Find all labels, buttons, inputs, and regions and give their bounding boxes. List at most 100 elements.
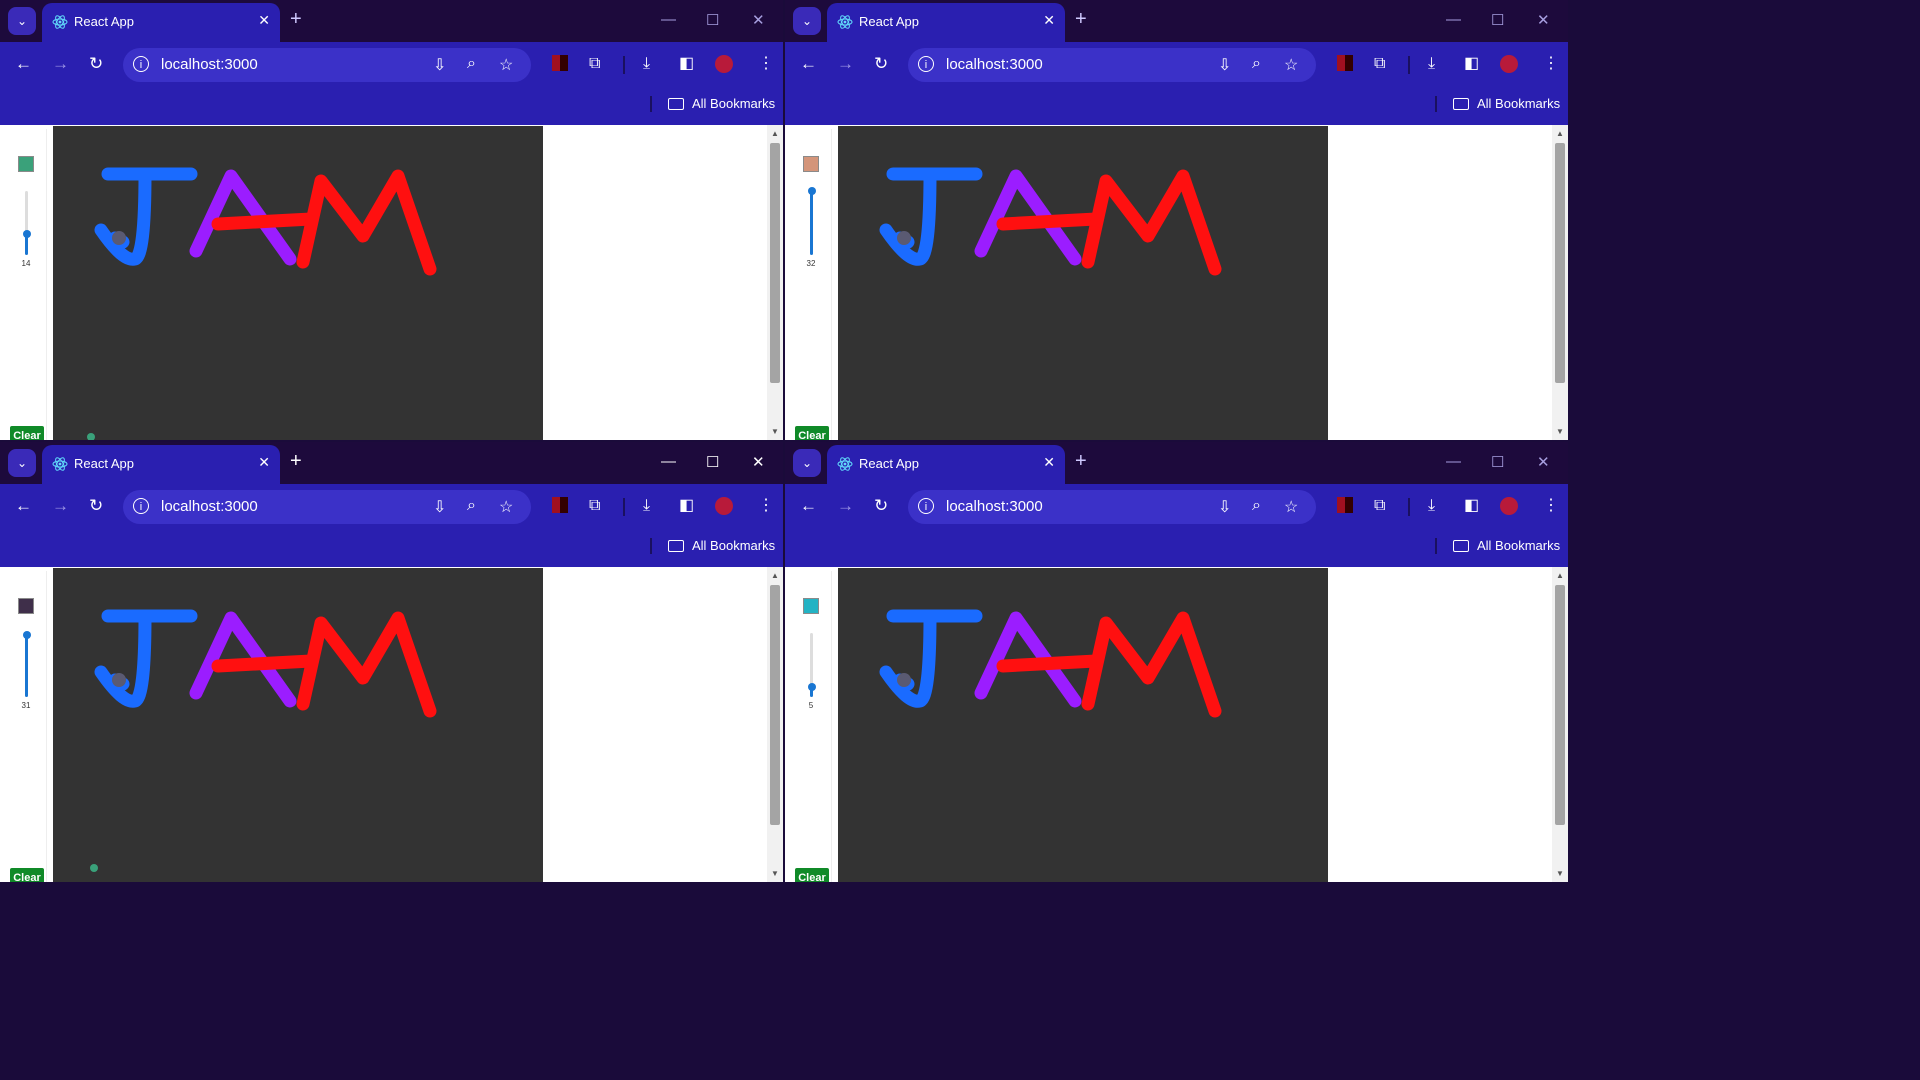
slider-thumb[interactable] [807,683,816,691]
color-swatch[interactable] [18,598,34,614]
all-bookmarks-button[interactable]: All Bookmarks [668,538,775,553]
color-swatch[interactable] [803,598,819,614]
new-tab-button[interactable]: + [290,9,302,29]
install-app-icon[interactable]: ⇩ [433,55,446,75]
drawing-canvas[interactable] [53,568,543,882]
menu-kebab-icon[interactable]: ⋮ [758,55,774,73]
reload-button[interactable]: ↻ [874,497,888,515]
scroll-thumb[interactable] [770,585,780,825]
scroll-down-arrow[interactable]: ▼ [771,869,779,878]
zoom-icon[interactable]: ⌕ [467,497,476,515]
menu-kebab-icon[interactable]: ⋮ [1543,55,1559,73]
minimize-button[interactable]: — [1446,11,1461,28]
maximize-button[interactable]: ☐ [706,453,719,471]
side-panel-icon[interactable]: ◧ [679,497,694,515]
install-app-icon[interactable]: ⇩ [433,497,446,517]
bookmark-star-icon[interactable]: ☆ [499,55,513,75]
maximize-button[interactable]: ☐ [1491,453,1504,471]
maximize-button[interactable]: ☐ [1491,11,1504,29]
drawing-canvas[interactable] [838,126,1328,440]
tab-react-app[interactable]: React App ✕ [42,3,280,42]
scroll-up-arrow[interactable]: ▲ [1556,129,1564,138]
tab-close-icon[interactable]: ✕ [258,12,270,29]
downloads-icon[interactable]: ⤓ [1428,497,1435,515]
side-panel-icon[interactable]: ◧ [679,55,694,73]
all-bookmarks-button[interactable]: All Bookmarks [1453,96,1560,111]
profile-avatar[interactable] [715,497,733,515]
bookmark-star-icon[interactable]: ☆ [499,497,513,517]
tab-search-icon[interactable]: ⌄ [8,7,36,35]
tab-search-icon[interactable]: ⌄ [793,449,821,477]
address-bar[interactable]: i localhost:3000 ⇩ ⌕ ☆ [908,490,1316,524]
all-bookmarks-button[interactable]: All Bookmarks [1453,538,1560,553]
color-swatch[interactable] [803,156,819,172]
tab-search-icon[interactable]: ⌄ [793,7,821,35]
clear-button[interactable]: Clear [10,868,44,882]
back-button[interactable]: ← [800,497,817,515]
side-panel-icon[interactable]: ◧ [1464,55,1479,73]
back-button[interactable]: ← [800,55,817,73]
tab-close-icon[interactable]: ✕ [258,454,270,471]
tab-react-app[interactable]: React App ✕ [827,445,1065,484]
all-bookmarks-button[interactable]: All Bookmarks [668,96,775,111]
scroll-thumb[interactable] [1555,585,1565,825]
vertical-scrollbar[interactable]: ▲ ▼ [1552,125,1568,440]
new-tab-button[interactable]: + [1075,9,1087,29]
tab-react-app[interactable]: React App ✕ [42,445,280,484]
downloads-icon[interactable]: ⤓ [643,55,650,73]
clear-button[interactable]: Clear [795,426,829,440]
address-bar[interactable]: i localhost:3000 ⇩ ⌕ ☆ [123,48,531,82]
reload-button[interactable]: ↻ [89,55,103,73]
close-window-button[interactable]: ✕ [1537,11,1550,29]
bookmark-star-icon[interactable]: ☆ [1284,497,1298,517]
profile-avatar[interactable] [715,55,733,73]
scroll-down-arrow[interactable]: ▼ [1556,869,1564,878]
extensions-puzzle-icon[interactable]: ⧉ [1374,497,1385,515]
zoom-icon[interactable]: ⌕ [1252,55,1261,73]
tab-react-app[interactable]: React App ✕ [827,3,1065,42]
brush-size-slider[interactable] [22,191,31,255]
close-window-button[interactable]: ✕ [1537,453,1550,471]
menu-kebab-icon[interactable]: ⋮ [1543,497,1559,515]
extensions-puzzle-icon[interactable]: ⧉ [1374,55,1385,73]
zoom-icon[interactable]: ⌕ [467,55,476,73]
extension-icon[interactable] [552,55,568,71]
site-info-icon[interactable]: i [133,498,149,514]
address-bar[interactable]: i localhost:3000 ⇩ ⌕ ☆ [908,48,1316,82]
drawing-canvas[interactable] [838,568,1328,882]
minimize-button[interactable]: — [1446,453,1461,470]
scroll-down-arrow[interactable]: ▼ [771,427,779,436]
tab-close-icon[interactable]: ✕ [1043,12,1055,29]
maximize-button[interactable]: ☐ [706,11,719,29]
forward-button[interactable]: → [52,497,69,515]
clear-button[interactable]: Clear [10,426,44,440]
tab-search-icon[interactable]: ⌄ [8,449,36,477]
close-window-button[interactable]: ✕ [752,453,765,471]
scroll-thumb[interactable] [1555,143,1565,383]
reload-button[interactable]: ↻ [89,497,103,515]
install-app-icon[interactable]: ⇩ [1218,55,1231,75]
site-info-icon[interactable]: i [918,56,934,72]
profile-avatar[interactable] [1500,497,1518,515]
site-info-icon[interactable]: i [133,56,149,72]
clear-button[interactable]: Clear [795,868,829,882]
slider-thumb[interactable] [22,631,31,639]
back-button[interactable]: ← [15,55,32,73]
brush-size-slider[interactable] [22,631,31,697]
extension-icon[interactable] [552,497,568,513]
extension-icon[interactable] [1337,497,1353,513]
brush-size-slider[interactable] [807,187,816,255]
forward-button[interactable]: → [837,497,854,515]
back-button[interactable]: ← [15,497,32,515]
scroll-up-arrow[interactable]: ▲ [771,129,779,138]
extension-icon[interactable] [1337,55,1353,71]
menu-kebab-icon[interactable]: ⋮ [758,497,774,515]
new-tab-button[interactable]: + [290,451,302,471]
profile-avatar[interactable] [1500,55,1518,73]
vertical-scrollbar[interactable]: ▲ ▼ [767,125,783,440]
extensions-puzzle-icon[interactable]: ⧉ [589,55,600,73]
reload-button[interactable]: ↻ [874,55,888,73]
vertical-scrollbar[interactable]: ▲ ▼ [1552,567,1568,882]
scroll-thumb[interactable] [770,143,780,383]
scroll-up-arrow[interactable]: ▲ [771,571,779,580]
